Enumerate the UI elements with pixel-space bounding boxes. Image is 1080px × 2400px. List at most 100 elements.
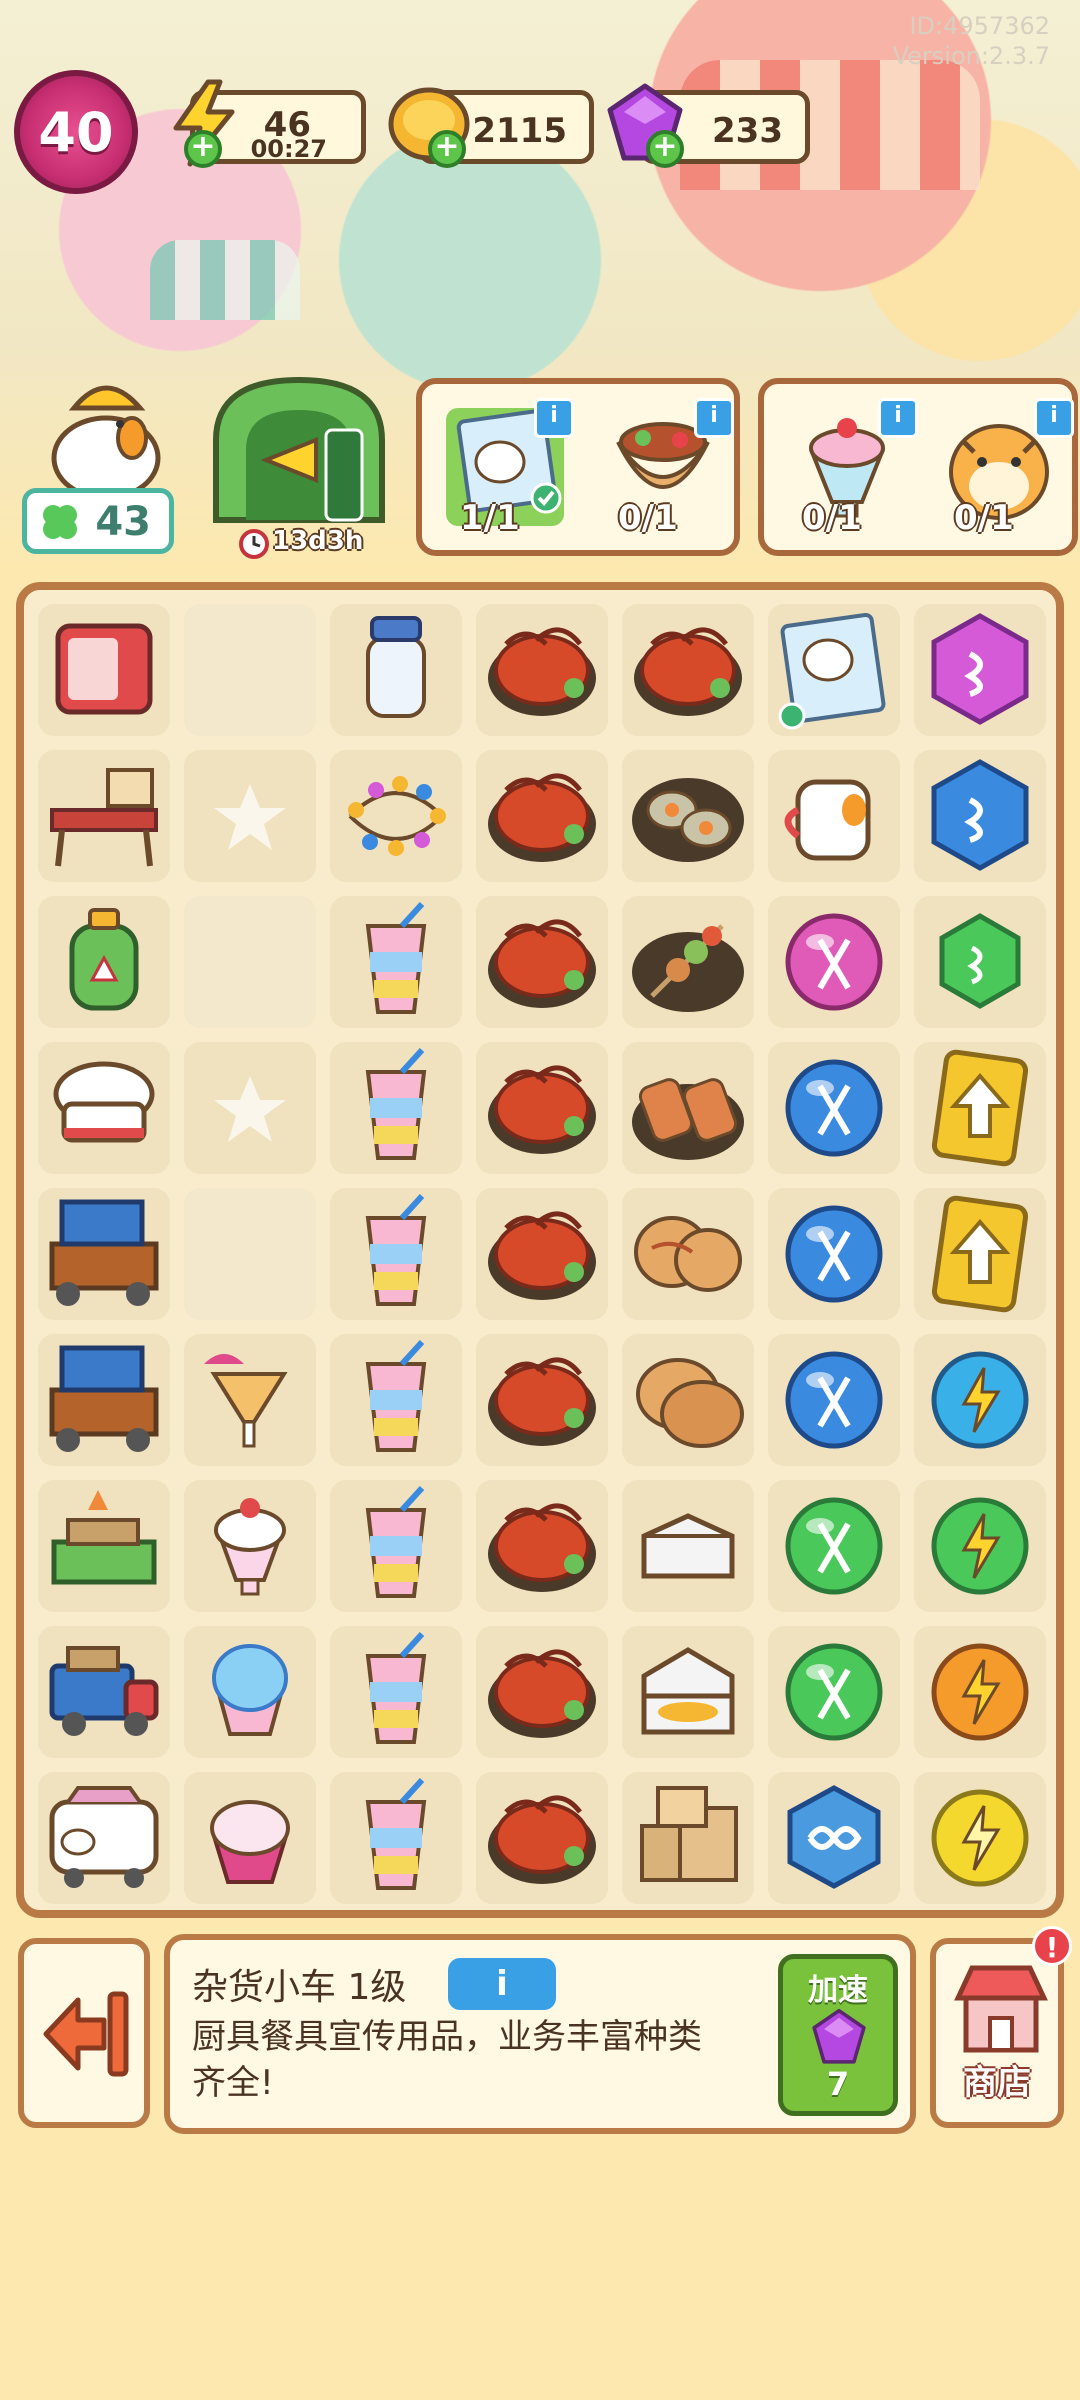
delivery-truck-icon[interactable] bbox=[38, 1626, 170, 1758]
board-cell[interactable] bbox=[476, 604, 608, 736]
blue-scissors-bubble-icon[interactable] bbox=[768, 1334, 900, 1466]
chicken-mug-icon[interactable] bbox=[768, 750, 900, 882]
gas-tank-icon[interactable] bbox=[38, 896, 170, 1028]
green-energy-orb-icon[interactable] bbox=[914, 1480, 1046, 1612]
layered-drink-icon[interactable] bbox=[330, 1188, 462, 1320]
layered-drink-icon[interactable] bbox=[330, 1480, 462, 1612]
pink-scissors-bubble-icon[interactable] bbox=[768, 896, 900, 1028]
board-cell[interactable] bbox=[476, 1626, 608, 1758]
board-cell[interactable] bbox=[914, 896, 1046, 1028]
green-hex-gem-icon[interactable] bbox=[914, 896, 1046, 1028]
board-cell[interactable] bbox=[622, 896, 754, 1028]
board-cell[interactable] bbox=[914, 750, 1046, 882]
board-cell[interactable] bbox=[330, 1188, 462, 1320]
board-cell[interactable] bbox=[184, 1188, 316, 1320]
speed-up-button[interactable]: 加速 7 bbox=[778, 1954, 898, 2116]
board-cell[interactable] bbox=[184, 1042, 316, 1174]
board-cell[interactable] bbox=[622, 604, 754, 736]
board-cell[interactable] bbox=[914, 1626, 1046, 1758]
crayfish-icon[interactable] bbox=[476, 1188, 608, 1320]
layered-drink-icon[interactable] bbox=[330, 1772, 462, 1904]
add-energy-button[interactable]: + bbox=[184, 130, 222, 168]
crayfish-icon[interactable] bbox=[622, 604, 754, 736]
board-cell[interactable] bbox=[622, 1042, 754, 1174]
crayfish-icon[interactable] bbox=[476, 750, 608, 882]
board-cell[interactable] bbox=[476, 750, 608, 882]
crayfish-icon[interactable] bbox=[476, 1042, 608, 1174]
blue-scissors-bubble-icon[interactable] bbox=[768, 1042, 900, 1174]
board-cell[interactable] bbox=[38, 1334, 170, 1466]
board-cell[interactable] bbox=[768, 1334, 900, 1466]
board-cell[interactable] bbox=[330, 1772, 462, 1904]
board-cell[interactable] bbox=[476, 1042, 608, 1174]
noodle-stand-icon[interactable] bbox=[38, 1480, 170, 1612]
board-cell[interactable] bbox=[38, 896, 170, 1028]
board-cell[interactable] bbox=[38, 604, 170, 736]
cocktail-icon[interactable] bbox=[184, 1334, 316, 1466]
board-cell[interactable] bbox=[622, 750, 754, 882]
board-cell[interactable] bbox=[184, 604, 316, 736]
fairy-lights-icon[interactable] bbox=[330, 750, 462, 882]
picnic-table-icon[interactable] bbox=[38, 750, 170, 882]
board-cell[interactable] bbox=[184, 1480, 316, 1612]
upgrade-card-icon[interactable] bbox=[914, 1188, 1046, 1320]
milk-bottle-icon[interactable] bbox=[330, 604, 462, 736]
player-level-badge[interactable]: 40 bbox=[14, 70, 138, 194]
layered-drink-icon[interactable] bbox=[330, 1042, 462, 1174]
infinity-hex-icon[interactable] bbox=[768, 1772, 900, 1904]
board-cell[interactable] bbox=[38, 1480, 170, 1612]
board-cell[interactable] bbox=[184, 896, 316, 1028]
crayfish-icon[interactable] bbox=[476, 1772, 608, 1904]
orange-energy-orb-icon[interactable] bbox=[914, 1626, 1046, 1758]
order-info-button[interactable]: i bbox=[694, 398, 734, 438]
cardboard-boxes-icon[interactable] bbox=[622, 1772, 754, 1904]
crayfish-icon[interactable] bbox=[476, 896, 608, 1028]
add-gems-button[interactable]: + bbox=[646, 130, 684, 168]
takeout-box-food-icon[interactable] bbox=[622, 1626, 754, 1758]
board-cell[interactable] bbox=[38, 1772, 170, 1904]
board-cell[interactable] bbox=[914, 1772, 1046, 1904]
oyster-plate-icon[interactable] bbox=[622, 750, 754, 882]
board-cell[interactable] bbox=[184, 1334, 316, 1466]
yellow-energy-orb-icon[interactable] bbox=[914, 1772, 1046, 1904]
board-cell[interactable] bbox=[476, 896, 608, 1028]
ice-cream-sundae-icon[interactable] bbox=[184, 1480, 316, 1612]
board-cell[interactable] bbox=[38, 750, 170, 882]
board-cell[interactable] bbox=[914, 1334, 1046, 1466]
blue-energy-orb-icon[interactable] bbox=[914, 1334, 1046, 1466]
board-cell[interactable] bbox=[184, 750, 316, 882]
exit-button[interactable] bbox=[18, 1938, 150, 2128]
board-cell[interactable] bbox=[768, 1772, 900, 1904]
pink-hex-gem-icon[interactable] bbox=[914, 604, 1046, 736]
order-info-button[interactable]: i bbox=[878, 398, 918, 438]
layered-drink-icon[interactable] bbox=[330, 896, 462, 1028]
board-cell[interactable] bbox=[622, 1334, 754, 1466]
skewer-plate-icon[interactable] bbox=[622, 896, 754, 1028]
meat-skewers-icon[interactable] bbox=[622, 1042, 754, 1174]
crayfish-icon[interactable] bbox=[476, 1480, 608, 1612]
board-cell[interactable] bbox=[330, 1626, 462, 1758]
grill-cart-icon[interactable] bbox=[38, 1188, 170, 1320]
order-info-button[interactable]: i bbox=[1034, 398, 1074, 438]
crayfish-icon[interactable] bbox=[476, 604, 608, 736]
board-cell[interactable] bbox=[914, 1480, 1046, 1612]
chef-hat-icon[interactable] bbox=[38, 1042, 170, 1174]
board-cell[interactable] bbox=[330, 1042, 462, 1174]
board-cell[interactable] bbox=[184, 1626, 316, 1758]
crayfish-icon[interactable] bbox=[476, 1626, 608, 1758]
order-info-button[interactable]: i bbox=[534, 398, 574, 438]
board-cell[interactable] bbox=[38, 1042, 170, 1174]
upgrade-card-icon[interactable] bbox=[914, 1042, 1046, 1174]
food-street-event-icon[interactable] bbox=[206, 370, 392, 530]
board-cell[interactable] bbox=[622, 1188, 754, 1320]
board-cell[interactable] bbox=[768, 604, 900, 736]
chicken-stars-badge[interactable]: 43 bbox=[22, 488, 174, 554]
order-panel-2[interactable]: 0/1 i 0/1 i bbox=[758, 378, 1078, 556]
star-slot-icon[interactable] bbox=[184, 1042, 316, 1174]
ice-cream-cup-icon[interactable] bbox=[184, 1772, 316, 1904]
chicken-poster-icon[interactable] bbox=[768, 604, 900, 736]
board-cell[interactable] bbox=[476, 1334, 608, 1466]
board-cell[interactable] bbox=[768, 750, 900, 882]
board-cell[interactable] bbox=[330, 750, 462, 882]
chicken-worker-icon[interactable] bbox=[36, 368, 176, 498]
